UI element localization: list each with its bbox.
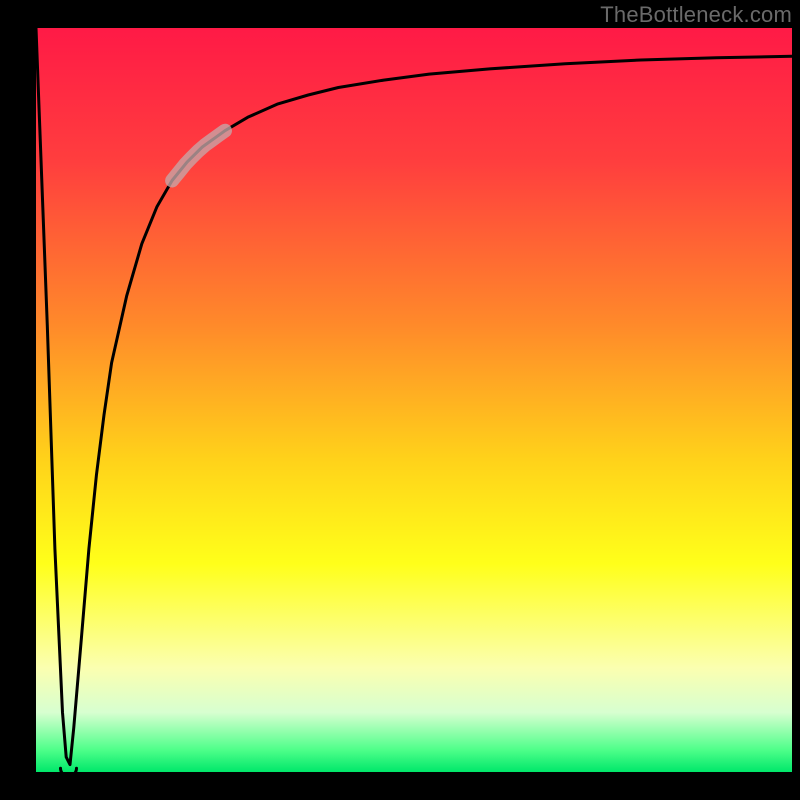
chart-frame: TheBottleneck.com — [0, 0, 800, 800]
plot-background — [36, 28, 792, 772]
bottleneck-chart — [0, 0, 800, 800]
